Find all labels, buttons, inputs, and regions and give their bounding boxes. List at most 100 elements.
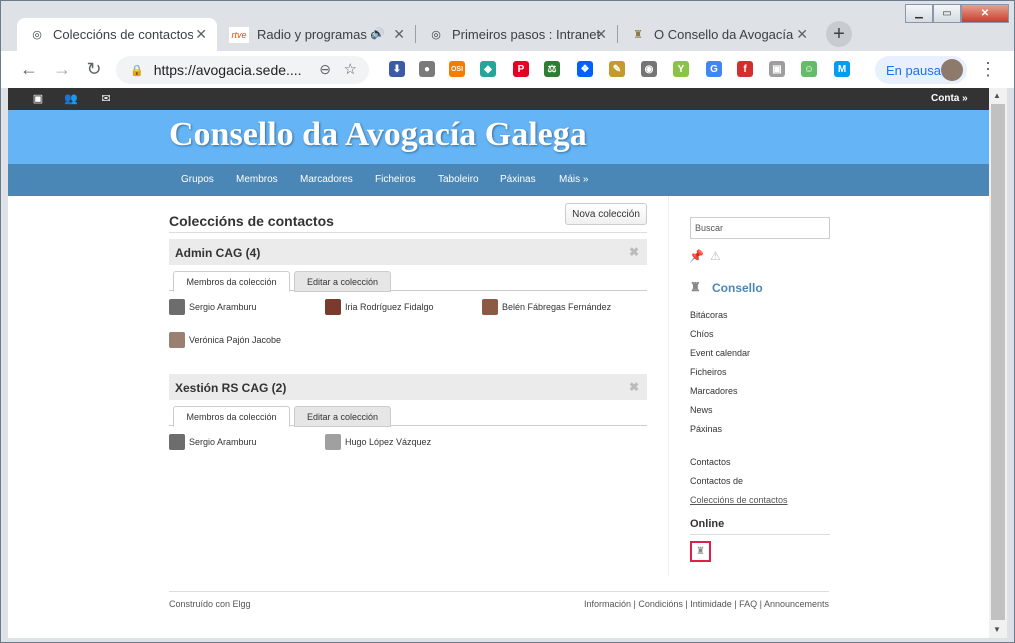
sidebar-link-bitacoras[interactable]: Bitácoras — [690, 310, 728, 320]
sidebar-link-ficheiros[interactable]: Ficheiros — [690, 367, 727, 377]
close-tab-icon[interactable]: ✕ — [195, 26, 207, 43]
friends-icon[interactable]: 👥 — [64, 92, 78, 105]
forward-icon[interactable]: → — [51, 59, 73, 80]
nav-grupos[interactable]: Grupos — [181, 174, 214, 185]
sidebar-link-chios[interactable]: Chíos — [690, 329, 714, 339]
collection-name: Admin CAG (4) — [175, 246, 261, 260]
nav-membros[interactable]: Membros — [236, 174, 278, 185]
minimize-button[interactable]: ▁ — [905, 4, 933, 23]
nav-taboleiro[interactable]: Taboleiro — [438, 174, 479, 185]
new-tab-button[interactable]: + — [826, 21, 852, 47]
reload-icon[interactable]: ↻ — [83, 59, 105, 80]
footer-links[interactable]: Información | Condicións | Intimidade | … — [584, 599, 829, 609]
member-name[interactable]: Hugo López Vázquez — [345, 437, 431, 447]
tab-edit[interactable]: Editar a colección — [294, 271, 391, 292]
lock-icon: 🔒 — [130, 64, 144, 77]
nav-mais[interactable]: Máis » — [559, 174, 588, 185]
y-ext-icon[interactable]: Y — [673, 61, 689, 77]
tab-members[interactable]: Membros da colección — [173, 271, 290, 292]
member-name[interactable]: Sergio Aramburu — [189, 437, 257, 447]
pinterest-ext-icon[interactable]: P — [513, 61, 529, 77]
member-name[interactable]: Verónica Pajón Jacobe — [189, 335, 281, 345]
chat-ext-icon[interactable]: ● — [419, 61, 435, 77]
member-item[interactable]: Hugo López Vázquez — [325, 434, 431, 450]
elgg-logo-icon[interactable]: ▣ — [31, 92, 45, 105]
screen-ext-icon[interactable]: ▣ — [769, 61, 785, 77]
page-title: Coleccións de contactos — [169, 213, 334, 229]
kebab-menu-icon[interactable]: ⋮ — [979, 59, 997, 80]
android-ext-icon[interactable]: ☺ — [801, 61, 817, 77]
speaker-icon[interactable]: 🔊 — [371, 27, 385, 40]
maximize-button[interactable]: ▭ — [933, 4, 961, 23]
close-tab-icon[interactable]: ✕ — [393, 26, 405, 43]
address-bar[interactable]: 🔒 https://avogacia.sede.... ⊖ ☆ — [116, 56, 369, 84]
avatar — [325, 434, 341, 450]
footer-credit[interactable]: Construído con Elgg — [169, 599, 251, 609]
warning-icon[interactable]: ⚠ — [710, 249, 721, 263]
member-item[interactable]: Belén Fábregas Fernández — [482, 299, 611, 315]
title-divider — [169, 232, 647, 233]
camera-ext-icon[interactable]: ◉ — [641, 61, 657, 77]
delete-icon[interactable]: ✖ — [629, 380, 639, 394]
member-item[interactable]: Sergio Aramburu — [169, 434, 257, 450]
close-tab-icon[interactable]: ✕ — [595, 26, 607, 43]
sidebar-link-marcadores[interactable]: Marcadores — [690, 386, 738, 396]
search-input[interactable]: Buscar — [690, 217, 830, 239]
scroll-down-icon[interactable]: ▼ — [993, 625, 1001, 634]
mail-icon[interactable]: ✉ — [99, 92, 113, 105]
nav-paxinas[interactable]: Páxinas — [500, 174, 536, 185]
sidebar-link-paxinas[interactable]: Páxinas — [690, 424, 722, 434]
delete-icon[interactable]: ✖ — [629, 245, 639, 259]
movistar-ext-icon[interactable]: M — [834, 61, 850, 77]
nav-ficheiros[interactable]: Ficheiros — [375, 174, 416, 185]
tab-title: Radio y programas o — [257, 27, 375, 42]
site-title[interactable]: Consello da Avogacía Galega — [169, 116, 587, 154]
close-tab-icon[interactable]: ✕ — [796, 26, 808, 43]
tab-radio[interactable]: rtve Radio y programas o 🔊 ✕ — [217, 18, 415, 51]
member-name[interactable]: Belén Fábregas Fernández — [502, 302, 611, 312]
new-collection-button[interactable]: Nova colección — [565, 203, 647, 225]
gem-ext-icon[interactable]: ◆ — [480, 61, 496, 77]
member-item[interactable]: Iria Rodríguez Fidalgo — [325, 299, 434, 315]
sidebar-link-news[interactable]: News — [690, 405, 713, 415]
online-user-avatar[interactable]: ♜ — [690, 541, 711, 562]
sidebar-link-contactos[interactable]: Contactos — [690, 457, 731, 467]
zoom-icon[interactable]: ⊖ — [319, 61, 331, 78]
avatar — [169, 434, 185, 450]
online-title: Online — [690, 518, 725, 530]
bookmark-star-icon[interactable]: ☆ — [344, 60, 357, 78]
group-link[interactable]: ♜ Consello — [690, 280, 763, 296]
notes-ext-icon[interactable]: ✎ — [609, 61, 625, 77]
scale-ext-icon[interactable]: ⚖ — [544, 61, 560, 77]
scrollbar-thumb[interactable] — [991, 104, 1005, 620]
member-item[interactable]: Sergio Aramburu — [169, 299, 257, 315]
tab-colecciones[interactable]: ◎ Coleccións de contactos : ✕ — [17, 18, 217, 51]
profile-button[interactable]: En pausa — [875, 56, 967, 84]
tab-edit[interactable]: Editar a colección — [294, 406, 391, 427]
member-name[interactable]: Iria Rodríguez Fidalgo — [345, 302, 434, 312]
sidebar-link-event-calendar[interactable]: Event calendar — [690, 348, 750, 358]
flash-ext-icon[interactable]: f — [737, 61, 753, 77]
account-menu[interactable]: Conta » — [931, 93, 968, 104]
member-item[interactable]: Verónica Pajón Jacobe — [169, 332, 281, 348]
translate-ext-icon[interactable]: G — [706, 61, 722, 77]
osi-ext-icon[interactable]: OSI — [449, 61, 465, 77]
back-icon[interactable]: ← — [18, 59, 40, 80]
tab-consello[interactable]: ♜ O Consello da Avogacía G ✕ — [618, 18, 818, 51]
tab-primeiros[interactable]: ◎ Primeiros pasos : Intranet ✕ — [416, 18, 617, 51]
download-ext-icon[interactable]: ⬇ — [389, 61, 405, 77]
group-name[interactable]: Consello — [712, 281, 763, 295]
scroll-up-icon[interactable]: ▲ — [993, 91, 1001, 100]
member-name[interactable]: Sergio Aramburu — [189, 302, 257, 312]
sidebar-link-contactos-de[interactable]: Contactos de — [690, 476, 743, 486]
dropbox-ext-icon[interactable]: ❖ — [577, 61, 593, 77]
pin-icon[interactable]: 📌 — [689, 249, 704, 263]
tab-strip: ◎ Coleccións de contactos : ✕ rtve Radio… — [1, 1, 1014, 51]
close-window-button[interactable]: ✕ — [961, 4, 1009, 23]
window-controls: ▁ ▭ ✕ — [905, 4, 1009, 23]
sidebar-link-colecciones[interactable]: Coleccións de contactos — [690, 495, 788, 505]
tab-members[interactable]: Membros da colección — [173, 406, 290, 427]
tab-title: Coleccións de contactos : — [53, 27, 193, 42]
nav-marcadores[interactable]: Marcadores — [300, 174, 353, 185]
scrollbar[interactable]: ▲ ▼ — [989, 88, 1007, 638]
